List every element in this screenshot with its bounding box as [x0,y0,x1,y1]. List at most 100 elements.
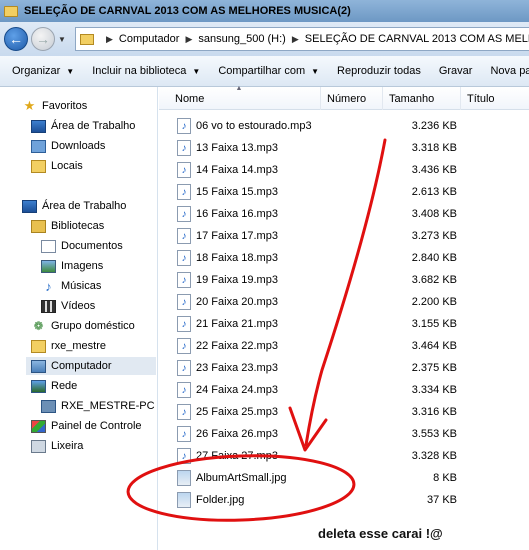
file-row[interactable]: ♪ 27 Faixa 27.mp3 3.328 KB [177,446,477,466]
nav-label: Computador [51,360,112,372]
new-folder-button[interactable]: Nova pa [490,65,529,77]
nav-downloads[interactable]: Downloads [31,137,105,155]
file-row[interactable]: ♪ 16 Faixa 16.mp3 3.408 KB [177,204,477,224]
file-row[interactable]: Folder.jpg 37 KB [177,490,477,510]
file-size: 2.200 KB [411,296,457,308]
music-note-icon: ♪ [177,316,191,332]
title-bar: SELEÇÃO DE CARNVAL 2013 COM AS MELHORES … [0,0,529,22]
play-all-button[interactable]: Reproduzir todas [337,65,421,77]
nav-homegroup[interactable]: ❁ Grupo doméstico [31,317,134,335]
file-size: 2.840 KB [411,252,457,264]
file-row[interactable]: ♪ 18 Faixa 18.mp3 2.840 KB [177,248,477,268]
nav-libraries[interactable]: Bibliotecas [31,217,104,235]
music-note-icon: ♪ [177,426,191,442]
file-name: 06 vo to estourado.mp3 [196,120,312,132]
nav-user[interactable]: rxe_mestre [31,337,106,355]
chevron-right-icon[interactable]: ▶ [292,34,299,45]
breadcrumb-folder[interactable]: SELEÇÃO DE CARNVAL 2013 COM AS MELHORES … [305,33,529,45]
file-row[interactable]: ♪ 14 Faixa 14.mp3 3.436 KB [177,160,477,180]
file-row[interactable]: AlbumArtSmall.jpg 8 KB [177,468,477,488]
music-note-icon: ♪ [177,360,191,376]
file-row[interactable]: ♪ 13 Faixa 13.mp3 3.318 KB [177,138,477,158]
burn-label: Gravar [438,65,473,77]
burn-button[interactable]: Gravar [439,65,473,77]
back-button[interactable]: ← [4,27,28,51]
nav-favorites[interactable]: ★ Favoritos [22,97,88,115]
nav-label: Downloads [51,140,106,152]
music-note-icon: ♪ [177,448,191,464]
breadcrumb-computer[interactable]: Computador [119,33,180,45]
nav-network[interactable]: Rede [31,377,77,395]
file-size: 8 KB [433,472,457,484]
address-bar: ← → ▼ ▶ Computador ▶ sansung_500 (H:) ▶ … [0,22,529,56]
file-row[interactable]: ♪ 23 Faixa 23.mp3 2.375 KB [177,358,477,378]
column-label: Nome [175,92,205,105]
file-row[interactable]: ♪ 19 Faixa 19.mp3 3.682 KB [177,270,477,290]
file-size: 3.334 KB [411,384,457,396]
file-name: 19 Faixa 19.mp3 [196,274,278,286]
user-folder-icon [31,339,46,353]
nav-music[interactable]: ♪ Músicas [41,277,101,295]
music-note-icon: ♪ [177,250,191,266]
file-row[interactable]: ♪ 22 Faixa 22.mp3 3.464 KB [177,336,477,356]
nav-label: Área de Trabalho [42,200,127,212]
file-name: 23 Faixa 23.mp3 [196,362,278,374]
file-row[interactable]: ♪ 26 Faixa 26.mp3 3.553 KB [177,424,477,444]
column-header-number[interactable]: Número [321,87,383,110]
file-row[interactable]: ♪ 20 Faixa 20.mp3 2.200 KB [177,292,477,312]
share-label: Compartilhar com [218,65,306,77]
file-name: AlbumArtSmall.jpg [196,472,287,484]
chevron-down-icon: ▼ [192,66,201,76]
folder-icon [80,33,94,45]
column-header-name[interactable]: ▲ Nome [169,85,321,110]
nav-desktop[interactable]: Área de Trabalho [22,197,126,215]
file-row[interactable]: ♪ 24 Faixa 24.mp3 3.334 KB [177,380,477,400]
breadcrumb-drive[interactable]: sansung_500 (H:) [198,33,285,45]
nav-network-pc[interactable]: RXE_MESTRE-PC [41,397,155,415]
nav-trash[interactable]: Lixeira [31,437,83,455]
file-size: 3.273 KB [411,230,457,242]
file-size: 3.318 KB [411,142,457,154]
forward-button[interactable]: → [31,27,55,51]
organize-label: Organizar [12,65,61,77]
nav-control-panel[interactable]: Painel de Controle [31,417,142,435]
include-library-button[interactable]: Incluir na biblioteca ▼ [92,65,200,77]
nav-label: Músicas [61,280,102,292]
music-note-icon: ♪ [177,404,191,420]
recycle-bin-icon [31,439,46,453]
nav-label: Documentos [61,240,123,252]
organize-button[interactable]: Organizar ▼ [12,65,74,77]
library-icon [31,219,46,233]
file-row[interactable]: ♪ 15 Faixa 15.mp3 2.613 KB [177,182,477,202]
chevron-right-icon[interactable]: ▶ [106,34,113,45]
column-label: Número [327,92,367,105]
computer-icon [31,359,46,373]
music-note-icon: ♪ [177,206,191,222]
nav-label: Lixeira [51,440,84,452]
nav-label: Bibliotecas [51,220,105,232]
play-all-label: Reproduzir todas [337,65,421,77]
image-icon [41,259,56,273]
nav-desktop-favorite[interactable]: Área de Trabalho [31,117,135,135]
file-name: Folder.jpg [196,494,245,506]
nav-documents[interactable]: Documentos [41,237,123,255]
file-row[interactable]: ♪ 06 vo to estourado.mp3 3.236 KB [177,116,477,136]
recent-pages-dropdown[interactable]: ▼ [58,35,66,44]
nav-images[interactable]: Imagens [41,257,103,275]
nav-locais[interactable]: Locais [31,157,83,175]
music-note-icon: ♪ [177,228,191,244]
control-panel-icon [31,419,46,433]
file-row[interactable]: ♪ 21 Faixa 21.mp3 3.155 KB [177,314,477,334]
chevron-right-icon[interactable]: ▶ [185,34,192,45]
nav-videos[interactable]: Vídeos [41,297,95,315]
annotation-caption: deleta esse carai !@ [318,526,443,541]
nav-computer[interactable]: Computador [26,357,156,375]
music-note-icon: ♪ [177,338,191,354]
column-header-title[interactable]: Título [461,87,529,110]
column-header-size[interactable]: Tamanho [383,87,461,110]
breadcrumb[interactable]: ▶ Computador ▶ sansung_500 (H:) ▶ SELEÇÃ… [75,27,529,51]
file-row[interactable]: ♪ 25 Faixa 25.mp3 3.316 KB [177,402,477,422]
share-button[interactable]: Compartilhar com ▼ [218,65,319,77]
file-row[interactable]: ♪ 17 Faixa 17.mp3 3.273 KB [177,226,477,246]
music-note-icon: ♪ [177,162,191,178]
